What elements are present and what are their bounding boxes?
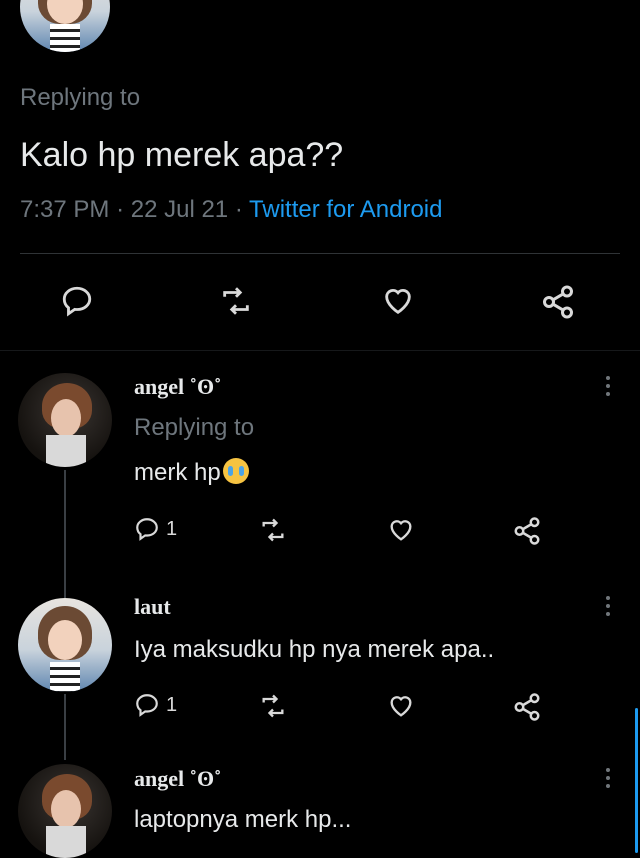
replying-to-label: Replying to bbox=[134, 414, 255, 441]
replying-to-label: Replying to bbox=[20, 84, 141, 111]
heart-icon bbox=[390, 696, 412, 717]
tweet-text: Kalo hp merek apa?? bbox=[20, 136, 344, 174]
more-options-button[interactable] bbox=[606, 596, 610, 620]
reply-author-name[interactable]: angel ˚ʘ˚ bbox=[134, 766, 221, 792]
reply-count: 1 bbox=[166, 693, 178, 716]
retweet-icon bbox=[262, 518, 284, 542]
divider bbox=[20, 253, 620, 254]
reply-text: Iya maksudku hp nya merek apa.. bbox=[134, 636, 495, 663]
reply-author-name[interactable]: angel ˚ʘ˚ bbox=[134, 374, 221, 400]
share-icon bbox=[514, 517, 540, 545]
reply-avatar[interactable] bbox=[18, 373, 112, 467]
share-button[interactable] bbox=[512, 692, 542, 722]
meta-separator: · bbox=[234, 196, 243, 223]
tweet-time: 7:37 PM bbox=[20, 196, 110, 223]
reply-avatar[interactable] bbox=[18, 598, 112, 692]
meta-separator: · bbox=[116, 196, 125, 223]
tweet-source-link[interactable]: Twitter for Android bbox=[249, 196, 442, 223]
heart-icon bbox=[385, 289, 411, 315]
more-options-button[interactable] bbox=[606, 376, 610, 400]
thread-connector bbox=[64, 694, 66, 760]
reply-text: merk hp bbox=[134, 458, 249, 487]
heart-icon bbox=[390, 520, 412, 541]
reply-button[interactable]: 1 bbox=[134, 516, 177, 542]
author-avatar[interactable] bbox=[20, 0, 110, 52]
retweet-icon bbox=[262, 694, 284, 718]
reply-avatar[interactable] bbox=[18, 764, 112, 858]
retweet-button[interactable] bbox=[258, 692, 288, 720]
like-button[interactable] bbox=[380, 284, 416, 318]
scrollbar[interactable] bbox=[635, 708, 638, 853]
reply-icon bbox=[62, 286, 92, 317]
share-icon bbox=[543, 285, 573, 319]
more-options-button[interactable] bbox=[606, 768, 610, 792]
reply-button[interactable] bbox=[60, 284, 94, 318]
reply-text-content: merk hp bbox=[134, 459, 221, 486]
reply-button[interactable]: 1 bbox=[134, 692, 177, 718]
like-button[interactable] bbox=[386, 516, 416, 544]
retweet-button[interactable] bbox=[258, 516, 288, 544]
tweet-meta: 7:37 PM · 22 Jul 21 · Twitter for Androi… bbox=[20, 196, 442, 224]
reply-icon bbox=[136, 518, 158, 541]
share-button[interactable] bbox=[540, 284, 576, 320]
divider bbox=[0, 350, 640, 351]
like-button[interactable] bbox=[386, 692, 416, 720]
retweet-icon bbox=[223, 287, 249, 315]
retweet-button[interactable] bbox=[218, 284, 254, 318]
reply-icon bbox=[136, 694, 158, 717]
thread-connector bbox=[64, 470, 66, 598]
share-button[interactable] bbox=[512, 516, 542, 546]
share-icon bbox=[514, 693, 540, 721]
reply-text: laptopnya merk hp... bbox=[134, 806, 352, 833]
crying-face-icon bbox=[222, 458, 249, 484]
tweet-date: 22 Jul 21 bbox=[130, 196, 229, 223]
reply-author-name[interactable]: laut bbox=[134, 594, 171, 620]
reply-count: 1 bbox=[166, 517, 178, 540]
